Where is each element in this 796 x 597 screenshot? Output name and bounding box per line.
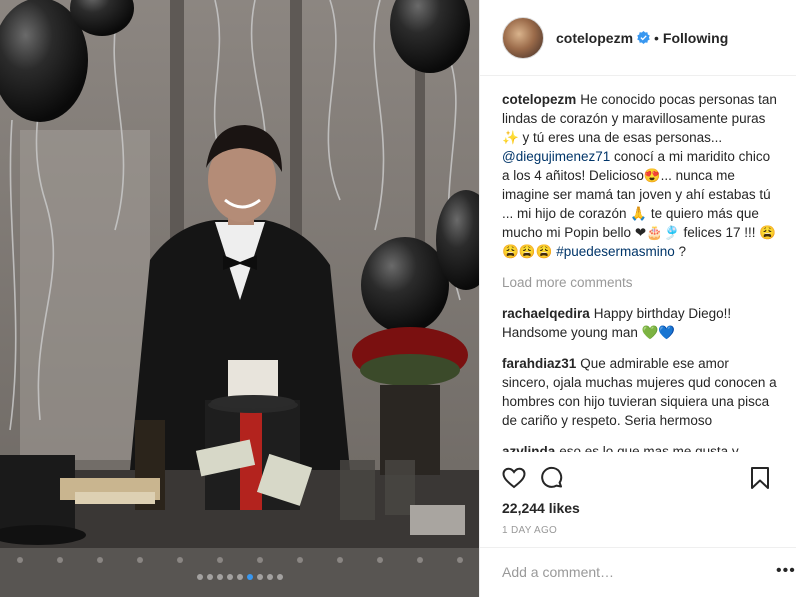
caption-mention-link[interactable]: @diegujimenez71 bbox=[502, 149, 610, 164]
caption: cotelopezm He conocido pocas personas tan… bbox=[502, 90, 777, 261]
following-button[interactable]: Following bbox=[663, 30, 728, 46]
carousel-dot[interactable] bbox=[216, 574, 223, 580]
heart-outline-icon[interactable] bbox=[502, 466, 526, 490]
add-comment-bar: Add a comment… ••• bbox=[480, 547, 796, 597]
post-photo[interactable] bbox=[0, 0, 479, 597]
comment-item: azvlindaeso es lo que mas me gusta y rei… bbox=[502, 442, 777, 452]
post-header: cotelopezm • Following bbox=[480, 0, 796, 76]
comments-list[interactable]: cotelopezm He conocido pocas personas tan… bbox=[502, 90, 777, 452]
comment-item: farahdiaz31 Que admirable ese amor sincer… bbox=[502, 354, 777, 430]
verified-badge-icon bbox=[637, 31, 650, 44]
photo-scene bbox=[0, 0, 479, 597]
avatar[interactable] bbox=[502, 16, 544, 59]
carousel-dot[interactable] bbox=[236, 574, 243, 580]
carousel-dot[interactable] bbox=[276, 574, 283, 580]
carousel-dot[interactable] bbox=[256, 574, 263, 580]
carousel-dot[interactable] bbox=[266, 574, 273, 580]
speech-bubble-icon[interactable] bbox=[540, 466, 564, 490]
carousel-dot[interactable] bbox=[246, 574, 253, 580]
caption-hashtag-link[interactable]: #puedesermasmino bbox=[556, 244, 675, 259]
username-link[interactable]: cotelopezm bbox=[556, 30, 633, 46]
more-options-icon[interactable]: ••• bbox=[776, 562, 796, 580]
caption-username[interactable]: cotelopezm bbox=[502, 92, 576, 107]
comment-username[interactable]: rachaelqedira bbox=[502, 306, 590, 321]
likes-count[interactable]: 22,244 likes bbox=[502, 500, 580, 516]
post-timestamp[interactable]: 1 DAY AGO bbox=[502, 525, 557, 536]
carousel-dot[interactable] bbox=[206, 574, 213, 580]
comment-item: rachaelqedira Happy birthday Diego!! Hand… bbox=[502, 304, 777, 342]
comment-username[interactable]: azvlinda bbox=[502, 444, 555, 452]
load-more-comments-button[interactable]: Load more comments bbox=[502, 273, 777, 292]
add-comment-input[interactable]: Add a comment… bbox=[502, 564, 614, 580]
carousel-dot[interactable] bbox=[226, 574, 233, 580]
post-actions bbox=[500, 466, 780, 492]
bookmark-icon[interactable] bbox=[750, 466, 770, 490]
comment-username[interactable]: farahdiaz31 bbox=[502, 356, 576, 371]
caption-text-2: conocí a mi maridito chico a los 4 añito… bbox=[502, 149, 777, 259]
carousel-dots[interactable] bbox=[0, 574, 479, 580]
carousel-dot[interactable] bbox=[196, 574, 203, 580]
caption-text-3: ? bbox=[674, 244, 687, 259]
post-sidebar: cotelopezm • Following cotelopezm He cono… bbox=[479, 0, 796, 597]
header-separator: • bbox=[654, 29, 659, 46]
